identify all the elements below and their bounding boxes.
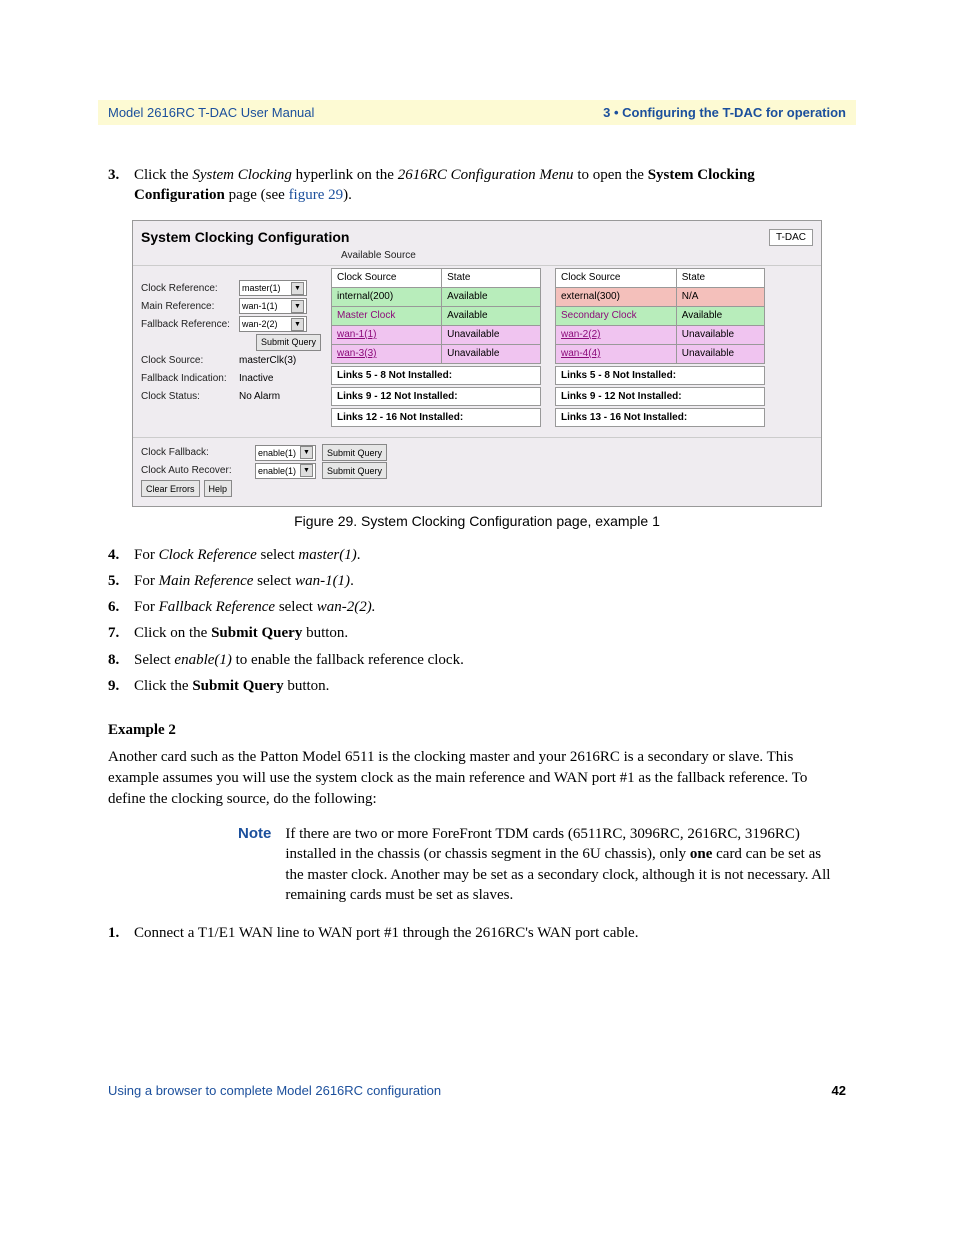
bottom-panel: Clock Fallback: enable(1)▼ Submit Query … — [133, 442, 821, 506]
step-5: 5. For Main Reference select wan-1(1). — [108, 571, 846, 591]
chevron-down-icon: ▼ — [300, 464, 313, 477]
step-6: 6. For Fallback Reference select wan-2(2… — [108, 597, 846, 617]
source-table-right: Clock SourceState external(300)N/A Secon… — [555, 268, 765, 364]
submit-query-button[interactable]: Submit Query — [256, 334, 321, 351]
settings-panel: Clock Reference: master(1)▼ Main Referen… — [141, 266, 321, 427]
fallback-indication-value: Inactive — [239, 373, 273, 384]
wan-link[interactable]: wan-2(2) — [561, 329, 600, 340]
tdac-badge: T-DAC — [769, 229, 813, 246]
step-text: Click the System Clocking hyperlink on t… — [134, 165, 846, 206]
chevron-down-icon: ▼ — [300, 446, 313, 459]
not-installed-row: Links 9 - 12 Not Installed: — [331, 387, 541, 406]
header-right: 3 • Configuring the T-DAC for operation — [603, 105, 846, 120]
clock-fallback-label: Clock Fallback: — [141, 447, 249, 458]
fallback-indication-label: Fallback Indication: — [141, 373, 239, 384]
not-installed-row: Links 13 - 16 Not Installed: — [555, 408, 765, 427]
not-installed-row: Links 12 - 16 Not Installed: — [331, 408, 541, 427]
chevron-down-icon: ▼ — [291, 300, 304, 313]
clock-status-value: No Alarm — [239, 391, 280, 402]
fallback-reference-label: Fallback Reference: — [141, 319, 239, 330]
page-number: 42 — [832, 1083, 846, 1098]
clock-reference-select[interactable]: master(1)▼ — [239, 280, 307, 296]
step-number: 3. — [108, 165, 134, 206]
source-table-left: Clock SourceState internal(200)Available… — [331, 268, 541, 364]
chevron-down-icon: ▼ — [291, 282, 304, 295]
step-4: 4. For Clock Reference select master(1). — [108, 545, 846, 565]
clock-auto-recover-label: Clock Auto Recover: — [141, 465, 249, 476]
step-1b: 1. Connect a T1/E1 WAN line to WAN port … — [108, 923, 846, 943]
example-2-heading: Example 2 — [108, 722, 846, 739]
footer-left: Using a browser to complete Model 2616RC… — [108, 1083, 441, 1098]
step-7: 7. Click on the Submit Query button. — [108, 623, 846, 643]
clock-reference-label: Clock Reference: — [141, 283, 239, 294]
figure-title: System Clocking Configuration — [141, 229, 349, 245]
submit-query-button[interactable]: Submit Query — [322, 462, 387, 479]
clock-fallback-select[interactable]: enable(1)▼ — [255, 445, 316, 461]
submit-query-button[interactable]: Submit Query — [322, 444, 387, 461]
header-left: Model 2616RC T-DAC User Manual — [108, 105, 314, 120]
fallback-reference-select[interactable]: wan-2(2)▼ — [239, 316, 307, 332]
example-2-paragraph: Another card such as the Patton Model 65… — [108, 747, 846, 810]
source-tables: Clock SourceState internal(200)Available… — [331, 266, 765, 427]
wan-link[interactable]: wan-1(1) — [337, 329, 376, 340]
clock-status-label: Clock Status: — [141, 391, 239, 402]
wan-link[interactable]: wan-3(3) — [337, 348, 376, 359]
page-header: Model 2616RC T-DAC User Manual 3 • Confi… — [98, 100, 856, 125]
figure-link[interactable]: figure 29 — [289, 187, 344, 203]
not-installed-row: Links 5 - 8 Not Installed: — [331, 366, 541, 385]
step-9: 9. Click the Submit Query button. — [108, 676, 846, 696]
chevron-down-icon: ▼ — [291, 318, 304, 331]
note-block: Note If there are two or more ForeFront … — [238, 824, 838, 905]
step-8: 8. Select enable(1) to enable the fallba… — [108, 650, 846, 670]
clock-source-label: Clock Source: — [141, 355, 239, 366]
figure-caption: Figure 29. System Clocking Configuration… — [108, 513, 846, 529]
figure-29: System Clocking Configuration T-DAC Avai… — [132, 220, 822, 507]
page-footer: Using a browser to complete Model 2616RC… — [108, 1083, 846, 1098]
main-reference-label: Main Reference: — [141, 301, 239, 312]
clock-source-value: masterClk(3) — [239, 355, 296, 366]
available-source-label: Available Source — [333, 250, 821, 265]
note-text: If there are two or more ForeFront TDM c… — [285, 824, 838, 905]
wan-link[interactable]: wan-4(4) — [561, 348, 600, 359]
step-3: 3. Click the System Clocking hyperlink o… — [108, 165, 846, 206]
not-installed-row: Links 9 - 12 Not Installed: — [555, 387, 765, 406]
clear-errors-button[interactable]: Clear Errors — [141, 480, 200, 497]
help-button[interactable]: Help — [204, 480, 233, 497]
not-installed-row: Links 5 - 8 Not Installed: — [555, 366, 765, 385]
note-label: Note — [238, 824, 271, 905]
main-reference-select[interactable]: wan-1(1)▼ — [239, 298, 307, 314]
clock-auto-recover-select[interactable]: enable(1)▼ — [255, 463, 316, 479]
